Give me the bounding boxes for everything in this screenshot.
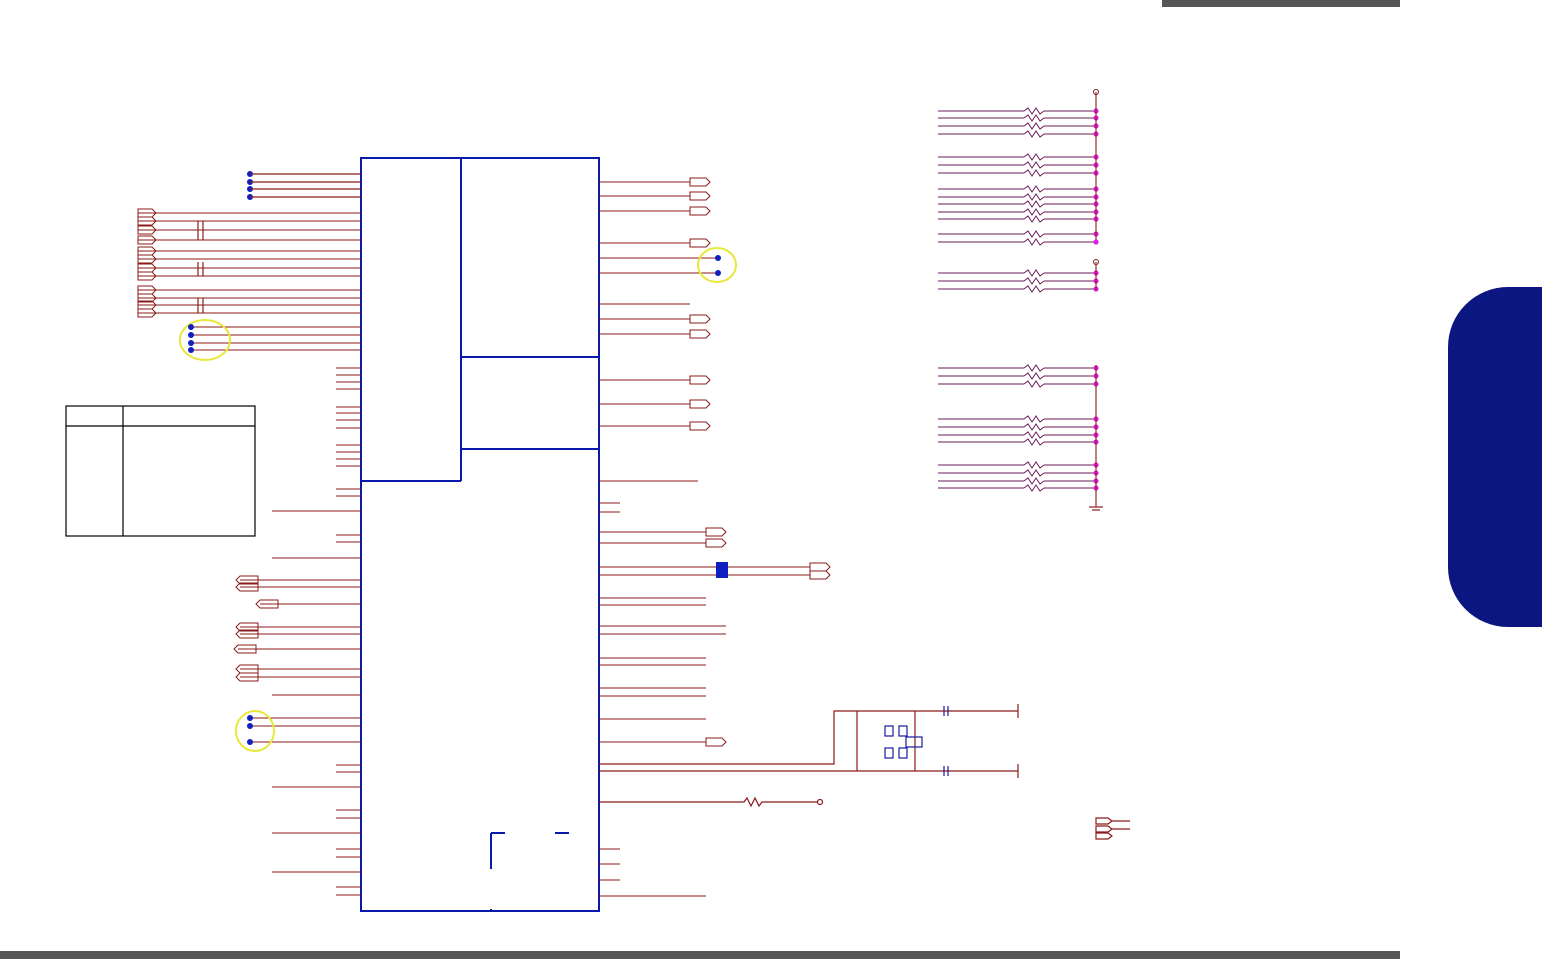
- resistor-icon: [1023, 230, 1045, 238]
- resistor-icon: [1023, 215, 1045, 223]
- legend-table: [65, 405, 256, 537]
- pentagon-connector-icon: [689, 314, 711, 324]
- resistor-icon: [1023, 153, 1045, 161]
- resistor-icon: [1023, 277, 1045, 285]
- resistor-icon: [1023, 193, 1045, 201]
- pentagon-connector-icon: [689, 375, 711, 385]
- pentagon-connector-icon: [689, 399, 711, 409]
- capacitor-icon: [716, 562, 728, 578]
- resistor-icon: [1023, 285, 1045, 293]
- connector-dots-highlighted: [188, 255, 721, 745]
- resistor-icon: [1023, 122, 1045, 130]
- ic-block: [360, 157, 600, 912]
- resistor-icon: [1023, 469, 1045, 477]
- pentagon-connector-icon: [705, 527, 727, 537]
- resistor-icon: [1023, 114, 1045, 122]
- resistor-icon: [1023, 161, 1045, 169]
- resistor-icon: [1023, 238, 1045, 246]
- pentagon-connector-icon: [689, 177, 711, 187]
- resistor-network: [938, 89, 1099, 507]
- schematic-diagram: [65, 89, 1130, 912]
- left-pin-wires: [137, 208, 361, 896]
- resistor-icon: [1023, 185, 1045, 193]
- resistor-icon: [1023, 208, 1045, 216]
- resistor-icon: [1023, 477, 1045, 485]
- resistor-icon: [1023, 438, 1045, 446]
- pentagon-connector-icon: [689, 329, 711, 339]
- resistor-icon: [1023, 431, 1045, 439]
- pentagon-connector-icon: [705, 737, 727, 747]
- pentagon-connector-icon: [809, 562, 831, 572]
- pentagon-connector-icon: [809, 570, 831, 580]
- pentagon-connector-icon: [689, 206, 711, 216]
- resistor-icon: [1023, 415, 1045, 423]
- pentagon-connector-icon: [689, 191, 711, 201]
- crystal-oscillator-icon: [599, 704, 1019, 778]
- highlight-circle: [179, 247, 737, 752]
- resistor-icon: [599, 796, 824, 808]
- resistor-icon: [1023, 423, 1045, 431]
- capacitor-icon: [197, 221, 204, 313]
- pentagon-connector-icon: [689, 238, 711, 248]
- resistor-icon: [1023, 461, 1045, 469]
- pentagon-connector-icon: [689, 421, 711, 431]
- resistor-icon: [1023, 380, 1045, 388]
- pentagon-connector-icon: [705, 538, 727, 548]
- pentagon-connector-icon: [1095, 817, 1130, 840]
- resistor-icon: [1023, 484, 1045, 492]
- resistor-icon: [1023, 269, 1045, 277]
- resistor-icon: [1023, 169, 1045, 177]
- connector-dots-left-top: [247, 171, 361, 200]
- junction: [1093, 239, 1099, 245]
- resistor-icon: [1023, 372, 1045, 380]
- right-pin-wires: [599, 177, 831, 897]
- ground-symbol-icon: [1089, 506, 1103, 511]
- resistor-icon: [1023, 130, 1045, 138]
- resistor-icon: [1023, 364, 1045, 372]
- resistor-icon: [1023, 200, 1045, 208]
- resistor-icon: [1023, 107, 1045, 115]
